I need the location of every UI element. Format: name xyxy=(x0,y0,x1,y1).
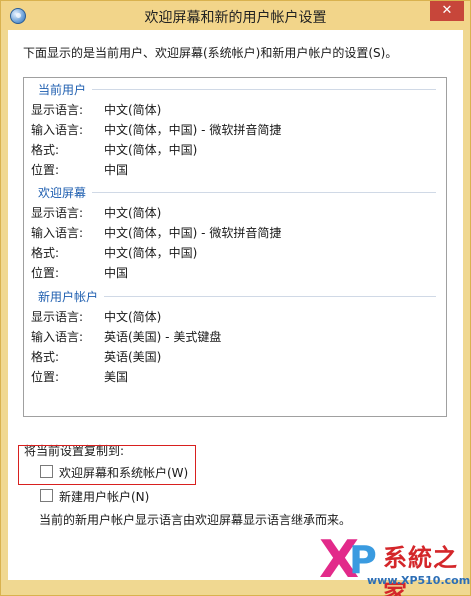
setting-value: 美国 xyxy=(104,370,129,384)
setting-value: 中文(简体) xyxy=(104,310,162,324)
new-user-checkbox[interactable] xyxy=(40,489,53,502)
setting-label: 显示语言: xyxy=(31,103,84,117)
group-header: 当前用户 xyxy=(24,81,444,99)
setting-value: 中文(简体，中国) xyxy=(104,143,198,157)
setting-row: 格式: 中文(简体，中国) xyxy=(24,139,444,159)
inheritance-note: 当前的新用户帐户显示语言由欢迎屏幕显示语言继承而来。 xyxy=(39,513,352,527)
group-divider xyxy=(38,89,436,90)
group-header: 欢迎屏幕 xyxy=(24,184,444,202)
setting-value: 中国 xyxy=(104,266,129,280)
welcome-screen-checkbox-label[interactable]: 欢迎屏幕和系统帐户(W) xyxy=(59,464,188,481)
title-bar: 欢迎屏幕和新的用户帐户设置 ✕ xyxy=(1,1,470,30)
setting-row: 格式: 英语(美国) xyxy=(24,346,444,366)
group-current-user: 当前用户 显示语言: 中文(简体) 输入语言: 中文(简体，中国) - 微软拼音… xyxy=(24,81,444,179)
setting-row: 显示语言: 中文(简体) xyxy=(24,202,444,222)
setting-label: 输入语言: xyxy=(31,123,84,137)
setting-row: 位置: 美国 xyxy=(24,366,444,386)
setting-value: 中文(简体) xyxy=(104,206,162,220)
setting-label: 显示语言: xyxy=(31,310,84,324)
setting-row: 显示语言: 中文(简体) xyxy=(24,306,444,326)
watermark-url: www.XP510.com xyxy=(367,574,471,587)
setting-value: 中文(简体) xyxy=(104,103,162,117)
setting-row: 显示语言: 中文(简体) xyxy=(24,99,444,119)
settings-summary-panel: 当前用户 显示语言: 中文(简体) 输入语言: 中文(简体，中国) - 微软拼音… xyxy=(23,77,447,417)
group-new-user-accounts: 新用户帐户 显示语言: 中文(简体) 输入语言: 英语(美国) - 美式键盘 格… xyxy=(24,288,444,386)
setting-label: 位置: xyxy=(31,163,60,177)
setting-value: 中文(简体，中国) - 微软拼音简捷 xyxy=(104,123,282,137)
setting-value: 英语(美国) - 美式键盘 xyxy=(104,330,222,344)
setting-value: 英语(美国) xyxy=(104,350,162,364)
new-user-checkbox-label[interactable]: 新建用户帐户(N) xyxy=(59,488,149,505)
setting-label: 输入语言: xyxy=(31,226,84,240)
group-title: 欢迎屏幕 xyxy=(38,184,93,201)
setting-label: 显示语言: xyxy=(31,206,84,220)
setting-row: 位置: 中国 xyxy=(24,262,444,282)
dialog-body: 下面显示的是当前用户、欢迎屏幕(系统帐户)和新用户帐户的设置(S)。 当前用户 … xyxy=(8,30,463,580)
close-button[interactable]: ✕ xyxy=(430,1,464,21)
setting-label: 格式: xyxy=(31,350,60,364)
setting-label: 输入语言: xyxy=(31,330,84,344)
setting-label: 格式: xyxy=(31,246,60,260)
setting-row: 输入语言: 中文(简体，中国) - 微软拼音简捷 xyxy=(24,119,444,139)
setting-value: 中文(简体，中国) - 微软拼音简捷 xyxy=(104,226,282,240)
setting-row: 输入语言: 中文(简体，中国) - 微软拼音简捷 xyxy=(24,222,444,242)
group-divider xyxy=(38,192,436,193)
setting-value: 中文(简体，中国) xyxy=(104,246,198,260)
group-welcome-screen: 欢迎屏幕 显示语言: 中文(简体) 输入语言: 中文(简体，中国) - 微软拼音… xyxy=(24,184,444,282)
setting-label: 位置: xyxy=(31,370,60,384)
dialog-window: 欢迎屏幕和新的用户帐户设置 ✕ 下面显示的是当前用户、欢迎屏幕(系统帐户)和新用… xyxy=(0,0,471,596)
setting-label: 位置: xyxy=(31,266,60,280)
welcome-screen-checkbox[interactable] xyxy=(40,465,53,478)
setting-label: 格式: xyxy=(31,143,60,157)
setting-row: 输入语言: 英语(美国) - 美式键盘 xyxy=(24,326,444,346)
group-title: 新用户帐户 xyxy=(38,288,105,305)
xp510-watermark-logo: X P 系統之家 www.XP510.com xyxy=(319,532,471,596)
setting-row: 位置: 中国 xyxy=(24,159,444,179)
setting-row: 格式: 中文(简体，中国) xyxy=(24,242,444,262)
group-header: 新用户帐户 xyxy=(24,288,444,306)
watermark-brand: 系統之家 xyxy=(383,544,458,596)
group-title: 当前用户 xyxy=(38,81,93,98)
setting-value: 中国 xyxy=(104,163,129,177)
intro-text: 下面显示的是当前用户、欢迎屏幕(系统帐户)和新用户帐户的设置(S)。 xyxy=(23,46,398,60)
window-title: 欢迎屏幕和新的用户帐户设置 xyxy=(144,10,327,26)
